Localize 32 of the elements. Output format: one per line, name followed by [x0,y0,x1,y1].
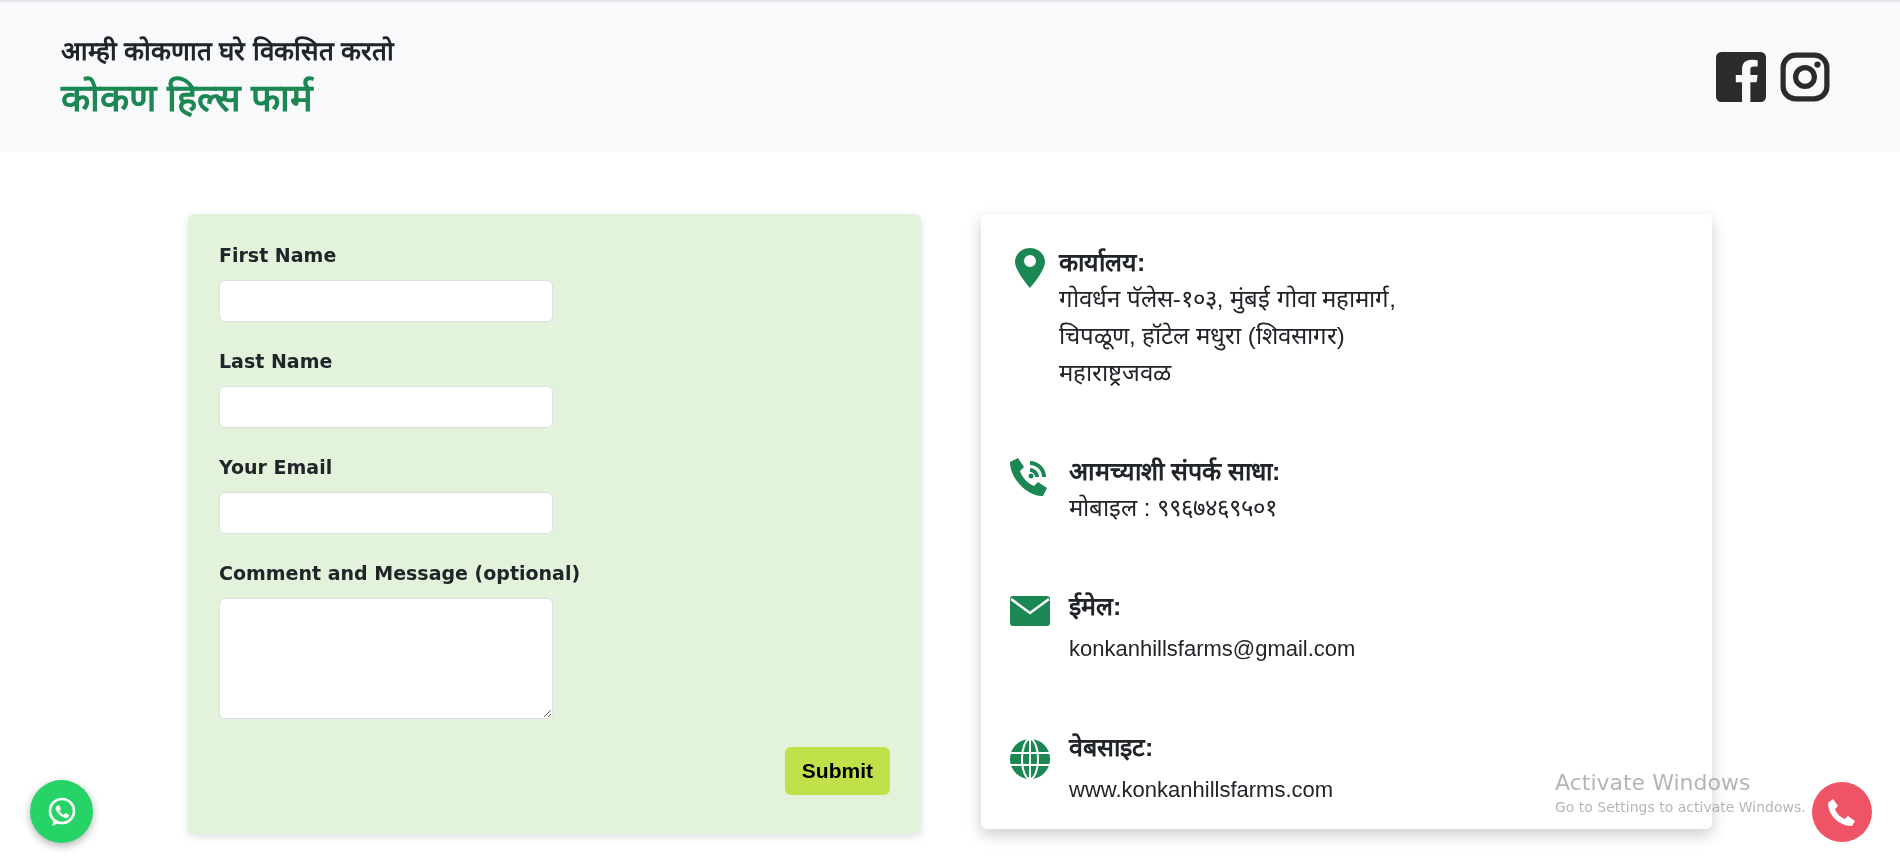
input-field[interactable] [219,280,553,322]
message-field[interactable] [219,598,553,719]
tagline: आम्ही कोकणात घरे विकसित करतो [61,35,394,68]
contact-text: गोवर्धन पॅलेस-१०३, मुंबई गोवा महामार्ग, [1059,284,1396,316]
facebook-icon[interactable] [1716,52,1766,102]
field-label: Comment and Message (optional) [219,562,581,584]
phone-icon [1826,796,1858,828]
field-label: First Name [219,244,337,266]
whatsapp-button[interactable] [30,780,93,843]
location-pin-icon [1015,248,1045,288]
instagram-icon[interactable] [1780,52,1830,102]
contact-heading: आमच्याशी संपर्क साधा: [1069,456,1281,487]
contact-text: मोबाइल : ९९६७४६९५०१ [1069,493,1277,523]
globe-icon [1010,739,1050,779]
activation-hint: Go to Settings to activate Windows. [1555,799,1806,815]
site-title: कोकण हिल्स फार्म [61,75,315,121]
input-field[interactable] [219,492,553,534]
contact-heading: वेबसाइट: [1069,732,1154,763]
call-button[interactable] [1812,782,1872,842]
website-address: www.konkanhillsfarms.com [1069,776,1334,804]
field-label: Your Email [219,456,333,478]
phone-icon [1010,457,1050,497]
field-label: Last Name [219,350,333,372]
email-address: konkanhillsfarms@gmail.com [1069,635,1356,663]
input-field[interactable] [219,386,553,428]
envelope-icon [1010,596,1050,626]
contact-heading: ईमेल: [1069,591,1122,622]
contact-text: महाराष्ट्रजवळ [1059,358,1171,388]
submit-button[interactable]: Submit [784,747,890,795]
contact-heading: कार्यालय: [1059,247,1146,278]
activation-title: Activate Windows [1555,770,1752,795]
contact-text: चिपळूण, हॉटेल मधुरा (शिवसागर) [1059,321,1345,353]
